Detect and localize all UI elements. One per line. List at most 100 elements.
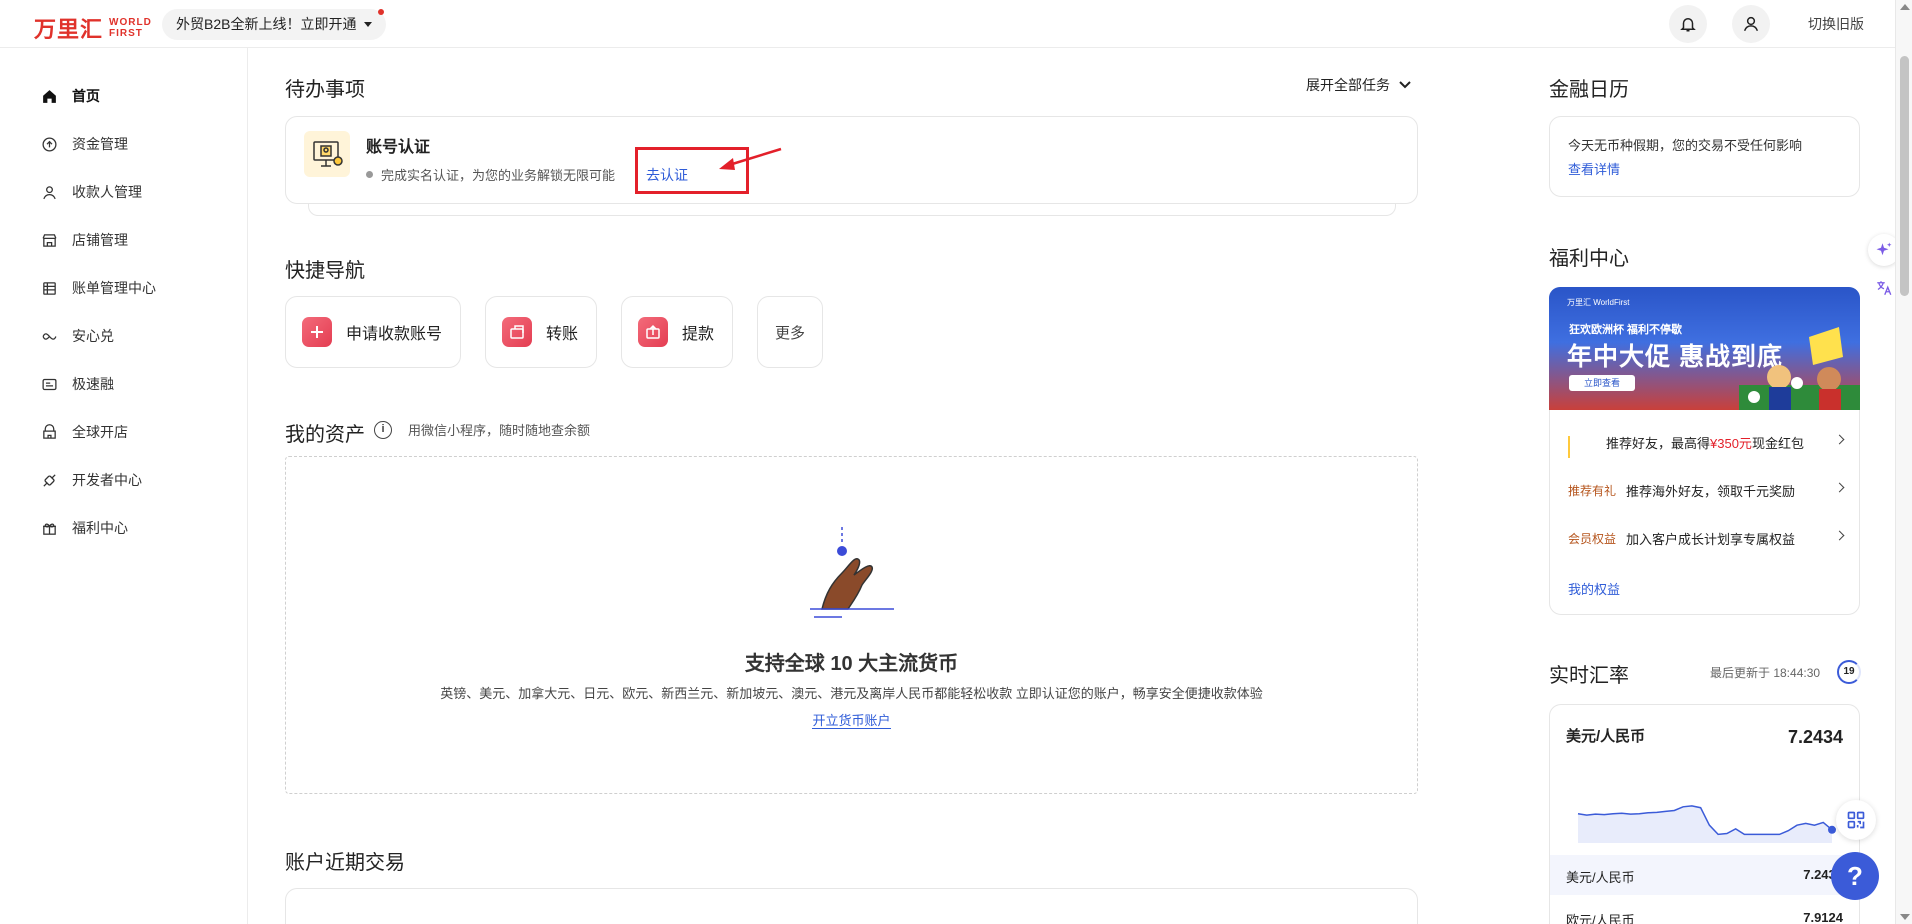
- hand-coin-illustration: [810, 527, 894, 618]
- quick-nav-title: 快捷导航: [285, 260, 365, 282]
- profile-button[interactable]: [1732, 5, 1770, 43]
- user-icon: [40, 183, 58, 201]
- todo-item-desc: 完成实名认证，为您的业务解锁无限可能: [366, 165, 615, 184]
- switch-old-version-link[interactable]: 切换旧版: [1808, 14, 1864, 34]
- sidebar-item-home[interactable]: 首页: [40, 86, 100, 106]
- withdraw-icon: [638, 317, 668, 347]
- sidebar-item-gift[interactable]: 福利中心: [40, 518, 128, 538]
- plus-icon: [302, 317, 332, 347]
- help-button[interactable]: ?: [1831, 852, 1879, 900]
- id-verify-icon: [304, 131, 350, 177]
- bell-icon: [1680, 18, 1696, 32]
- refresh-countdown[interactable]: 19: [1837, 660, 1861, 684]
- logo-text: 万里汇: [34, 17, 104, 42]
- sidebar-item-exchange[interactable]: 安心兑: [40, 326, 114, 346]
- benefit-row-overseas[interactable]: 推荐有礼 推荐海外好友，领取千元奖励: [1568, 481, 1845, 500]
- scroll-thumb[interactable]: [1900, 56, 1909, 296]
- assets-headline: 支持全球 10 大主流货币: [744, 653, 959, 675]
- football-fans-illustration: [1739, 327, 1860, 410]
- bell-button[interactable]: [1669, 5, 1707, 43]
- sidebar-item-label: 极速融: [72, 376, 114, 392]
- top-bar: 万里汇 WORLD FIRST 外贸B2B全新上线！立即开通 切换旧版: [0, 0, 1895, 48]
- info-icon[interactable]: i: [374, 421, 392, 439]
- sidebar: 首页 资金管理 收款人管理 店铺管理 账单管理中心 安心兑 极速融 全球开店 开…: [0, 48, 248, 924]
- sidebar-item-label: 账单管理中心: [72, 280, 156, 296]
- sidebar-item-label: 首页: [72, 88, 100, 104]
- my-benefits-link[interactable]: 我的权益: [1568, 579, 1620, 598]
- sidebar-item-label: 资金管理: [72, 136, 128, 152]
- assets-title: 我的资产: [285, 424, 365, 446]
- scroll-down-arrow[interactable]: [1900, 914, 1910, 920]
- assets-empty-state: 支持全球 10 大主流货币 英镑、美元、加拿大元、日元、欧元、新西兰元、新加坡元…: [285, 456, 1418, 794]
- translate-button[interactable]: [1870, 274, 1898, 302]
- withdraw-button[interactable]: 提款: [621, 296, 733, 368]
- benefit-row-membership[interactable]: 会员权益 加入客户成长计划享专属权益: [1568, 529, 1845, 548]
- scrollbar[interactable]: [1895, 0, 1912, 924]
- todo-section-title: 待办事项: [285, 79, 365, 101]
- todo-desc-text: 完成实名认证，为您的业务解锁无限可能: [381, 168, 616, 183]
- fx-main-rate: 7.2434: [1787, 727, 1843, 747]
- calendar-details-link[interactable]: 查看详情: [1568, 159, 1620, 178]
- developer-icon: [40, 471, 58, 489]
- fx-row-pair: 美元/人民币: [1566, 870, 1635, 885]
- sidebar-item-fund[interactable]: 资金管理: [40, 134, 128, 154]
- todo-item-title: 账号认证: [366, 139, 431, 156]
- sidebar-item-developer[interactable]: 开发者中心: [40, 470, 142, 490]
- sidebar-item-label: 安心兑: [72, 328, 114, 344]
- benefit-text: 推荐好友，最高得: [1606, 436, 1711, 451]
- promo-pill[interactable]: 外贸B2B全新上线！立即开通: [162, 9, 387, 40]
- benefit-tag: 会员权益: [1568, 532, 1617, 546]
- sidebar-item-label: 店铺管理: [72, 232, 128, 248]
- benefit-text: 推荐海外好友，领取千元奖励: [1626, 484, 1796, 499]
- home-icon: [40, 87, 58, 105]
- stacked-card-edge: [308, 204, 1396, 216]
- calendar-title: 金融日历: [1549, 79, 1629, 101]
- open-currency-account-link[interactable]: 开立货币账户: [286, 710, 1417, 729]
- transfer-icon: [502, 317, 532, 347]
- sidebar-item-bill[interactable]: 账单管理中心: [40, 278, 156, 298]
- chevron-right-icon: [1834, 530, 1845, 541]
- store-icon: [40, 231, 58, 249]
- sparkle-icon: [1876, 242, 1892, 256]
- sidebar-item-payee[interactable]: 收款人管理: [40, 182, 142, 202]
- quick-nav-label: 提款: [682, 326, 715, 343]
- chevron-down-icon: [1399, 81, 1411, 89]
- sidebar-item-finance[interactable]: 极速融: [40, 374, 114, 394]
- fx-row-rate: 7.9124: [1803, 910, 1843, 924]
- quick-nav-label: 更多: [774, 324, 805, 342]
- fx-row[interactable]: 欧元/人民币 7.9124: [1550, 898, 1859, 924]
- banner-button: 立即查看: [1569, 375, 1635, 391]
- translate-icon: [1877, 281, 1892, 296]
- fx-card: 美元/人民币 7.2434 美元/人民币 7.2434 欧元/人民币 7.912…: [1549, 704, 1860, 924]
- more-button[interactable]: 更多: [757, 296, 823, 368]
- quick-nav-label: 申请收款账号: [346, 326, 443, 343]
- calendar-text: 今天无币种假期，您的交易不受任何影响: [1568, 138, 1803, 153]
- sidebar-item-store[interactable]: 店铺管理: [40, 230, 128, 250]
- logo[interactable]: 万里汇 WORLD FIRST: [34, 12, 152, 44]
- fx-row-pair: 欧元/人民币: [1566, 913, 1635, 924]
- assets-desc: 英镑、美元、加拿大元、日元、欧元、新西兰元、新加坡元、澳元、港元及离岸人民币都能…: [440, 686, 1263, 701]
- benefit-text: 加入客户成长计划享专属权益: [1626, 532, 1796, 547]
- sidebar-item-global-store[interactable]: 全球开店: [40, 422, 128, 442]
- annotation-arrow: [719, 147, 782, 170]
- apply-account-button[interactable]: 申请收款账号: [285, 296, 461, 368]
- fx-main-pair: 美元/人民币: [1566, 728, 1646, 745]
- logo-en: WORLD FIRST: [109, 17, 152, 39]
- fx-title: 实时汇率: [1549, 665, 1629, 687]
- qr-code-button[interactable]: [1836, 800, 1876, 840]
- quick-nav-label: 转账: [546, 326, 579, 343]
- benefits-title: 福利中心: [1549, 248, 1629, 270]
- benefit-row-referral[interactable]: 推荐好友，最高得 ¥350元 现金红包: [1568, 433, 1845, 452]
- transfer-button[interactable]: 转账: [485, 296, 597, 368]
- benefit-amount: ¥350元: [1710, 436, 1752, 451]
- sidebar-item-label: 全球开店: [72, 424, 128, 440]
- expand-all-tasks-button[interactable]: 展开全部任务: [1306, 75, 1412, 95]
- fx-row[interactable]: 美元/人民币 7.2434: [1550, 855, 1859, 895]
- recent-tx-card: [285, 888, 1418, 924]
- chevron-right-icon: [1834, 434, 1845, 445]
- scroll-up-arrow[interactable]: [1900, 4, 1910, 10]
- fx-trend-area: [1578, 805, 1832, 843]
- sidebar-item-label: 福利中心: [72, 520, 128, 536]
- promo-banner[interactable]: 万里汇 WorldFirst 狂欢欧洲杯 福利不停歇 年中大促 惠战到底 立即查…: [1549, 287, 1860, 410]
- recent-tx-title: 账户近期交易: [285, 852, 405, 874]
